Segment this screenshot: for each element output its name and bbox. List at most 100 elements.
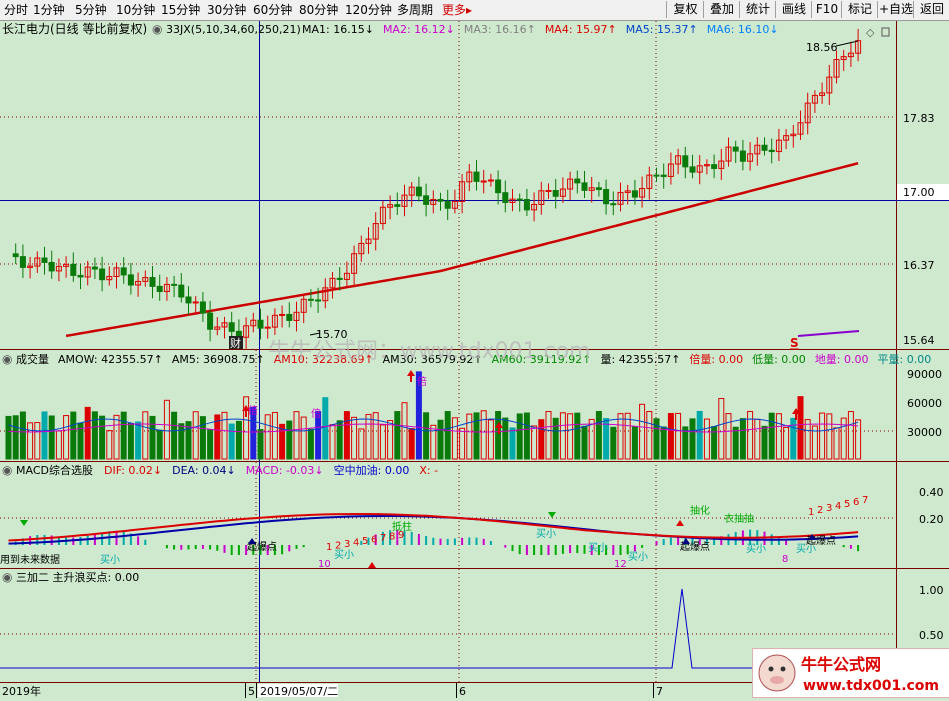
header-value-label: 空中加油: 0.00 <box>334 463 410 477</box>
macd-count-number: 7 <box>862 495 868 506</box>
date-month-5: 5 <box>248 685 255 698</box>
indicator-name: 33JX(5,10,34,60,250,21) <box>166 23 301 36</box>
vol-tick-30000: 30000 <box>907 426 942 439</box>
draw-line-button[interactable]: 画线 <box>775 1 812 18</box>
header-value-label: 平量: 0.00 <box>878 353 932 366</box>
candle-body <box>595 187 602 191</box>
volume-bar <box>343 411 350 460</box>
macd-count-number: 4 <box>835 501 841 512</box>
kline-chart[interactable]: 长江电力(日线 等比前复权) ◉ 33JX(5,10,34,60,250,21)… <box>0 21 949 698</box>
period-tab-5min[interactable]: 5分钟 <box>75 2 107 18</box>
candle-body <box>41 257 48 263</box>
period-toolbar: 分时 1分钟 5分钟 10分钟 15分钟 30分钟 60分钟 80分钟 120分… <box>0 0 949 21</box>
bottom-title: 三加二 主升浪买点: 0.00 <box>16 570 139 584</box>
y-tick-17-00: 17.00 <box>903 186 935 199</box>
candle-body <box>228 322 235 332</box>
candle-body <box>394 204 401 207</box>
macd-count-number: 3 <box>826 503 832 514</box>
y-tick-15-64: 15.64 <box>903 334 935 347</box>
volume-bar <box>178 423 185 460</box>
period-tab-10min[interactable]: 10分钟 <box>116 2 155 18</box>
candle-body <box>70 263 77 276</box>
macd-count-number: 1 <box>808 507 814 518</box>
period-tab-15min[interactable]: 15分钟 <box>161 2 200 18</box>
main-header: 长江电力(日线 等比前复权) ◉ 33JX(5,10,34,60,250,21)… <box>2 21 779 36</box>
mark-button[interactable]: 标记 <box>841 1 878 18</box>
macd-count-number: 7 <box>380 533 386 544</box>
fuquan-button[interactable]: 复权 <box>666 1 704 18</box>
volume-bar <box>336 420 343 460</box>
buy-small-1: 买小 <box>100 554 120 566</box>
future-data-note: 用到未来数据 <box>0 553 60 566</box>
count-8: 8 <box>782 554 788 565</box>
volume-bar <box>516 413 523 460</box>
macd-count-number: 6 <box>371 535 377 546</box>
period-tab-fenshi[interactable]: 分时 <box>4 2 28 18</box>
volume-bar <box>437 419 444 460</box>
candle-body <box>156 285 163 293</box>
volume-bar <box>84 406 91 460</box>
candle-body <box>207 312 214 330</box>
volume-bar <box>538 419 545 460</box>
financial-badge-label: 财 <box>230 336 241 350</box>
buy-small-5: 买小 <box>628 551 648 563</box>
candle-body <box>653 174 660 177</box>
s-badge: S <box>790 336 799 350</box>
candle-body <box>185 296 192 304</box>
chart-area: 长江电力(日线 等比前复权) ◉ 33JX(5,10,34,60,250,21)… <box>0 21 949 698</box>
bottom-header: ◉ 三加二 主升浪买点: 0.00 <box>2 570 139 584</box>
volume-bar <box>574 412 581 460</box>
period-tab-multi[interactable]: 多周期 <box>397 2 433 18</box>
candle-body <box>307 298 314 301</box>
y-tick-17-83: 17.83 <box>903 112 935 125</box>
header-value-label: AM5: 36908.75↑ <box>172 353 265 366</box>
volume-dot-icon: ◉ <box>2 352 12 366</box>
volume-bar <box>631 426 638 460</box>
period-tab-120min[interactable]: 120分钟 <box>345 2 392 18</box>
high-price-label: 18.56 <box>806 41 838 54</box>
watermark-text: 牛牛公式网：www.tdx001.com <box>268 339 591 364</box>
volume-bar <box>739 418 746 460</box>
add-watchlist-button[interactable]: +自选 <box>877 1 914 18</box>
candle-body <box>660 174 667 177</box>
header-value-label: MA1: 16.15↓ <box>302 23 374 36</box>
candle-body <box>437 198 444 202</box>
candle-body <box>149 277 156 287</box>
candle-body <box>48 261 55 272</box>
candle-body <box>127 274 134 286</box>
volume-bar <box>286 420 293 460</box>
candle-body <box>631 190 638 198</box>
date-month-6: 6 <box>459 685 466 698</box>
yicuo-label: 衣抽抽 <box>724 512 754 525</box>
volume-bar <box>444 411 451 460</box>
more-periods-button[interactable]: 更多▸ <box>442 2 472 18</box>
candle-body <box>336 277 343 280</box>
candle-body <box>19 256 26 268</box>
candle-body <box>91 266 98 270</box>
volume-y-axis: 90000 60000 30000 <box>907 368 942 439</box>
back-button[interactable]: 返回 <box>913 1 949 18</box>
header-value-label: MACD: -0.03↓ <box>246 464 324 477</box>
volume-bar <box>509 427 516 460</box>
candle-body <box>444 200 451 209</box>
candle-body <box>279 313 286 316</box>
overlay-button[interactable]: 叠加 <box>703 1 740 18</box>
volume-bar <box>19 411 26 460</box>
period-tab-30min[interactable]: 30分钟 <box>207 2 246 18</box>
candle-body <box>768 149 775 153</box>
header-value-label: X: - <box>419 464 438 477</box>
macd-count-number: 1 <box>326 542 332 553</box>
header-dot-icon: ◉ <box>152 22 162 36</box>
period-tab-60min[interactable]: 60分钟 <box>253 2 292 18</box>
chuhua-label: 抽化 <box>690 504 710 517</box>
volume-bar <box>235 420 242 460</box>
volume-bar <box>667 412 674 460</box>
period-tab-80min[interactable]: 80分钟 <box>299 2 338 18</box>
header-value-label: 量: 42355.57↑ <box>601 353 681 366</box>
f10-button[interactable]: F10 <box>811 1 842 18</box>
period-tab-1min[interactable]: 1分钟 <box>33 2 65 18</box>
volume-title: 成交量 <box>16 352 49 366</box>
header-value-label: AMOW: 42355.57↑ <box>58 353 163 366</box>
candle-body <box>502 192 509 204</box>
statistics-button[interactable]: 统计 <box>739 1 776 18</box>
